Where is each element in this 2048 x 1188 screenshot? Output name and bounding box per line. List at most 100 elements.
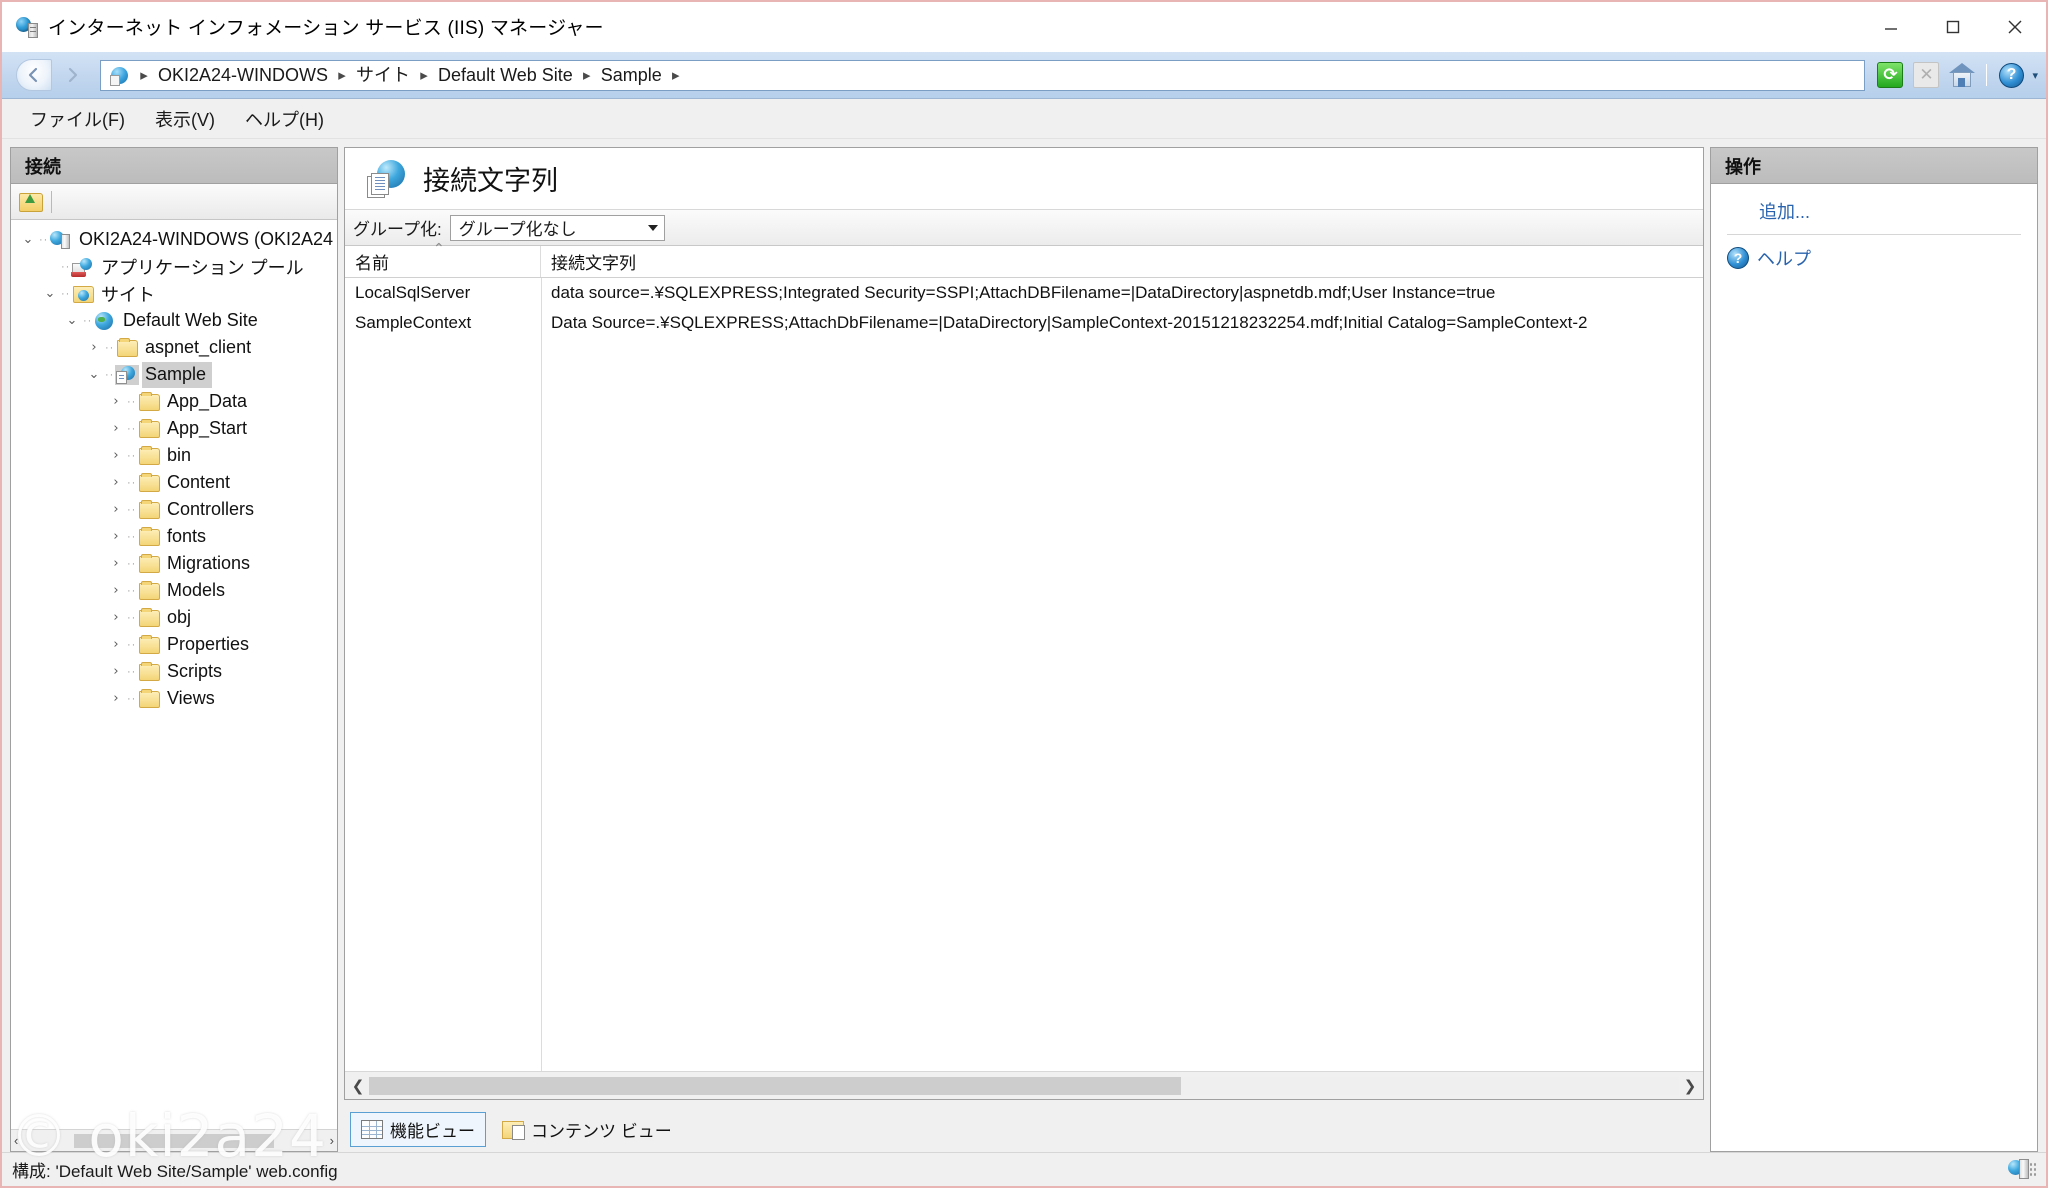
menu-help[interactable]: ヘルプ(H)	[233, 102, 336, 136]
chevron-right-icon[interactable]: ›	[105, 502, 127, 517]
tree-connector: ··	[105, 341, 115, 354]
scroll-right-icon[interactable]: ›	[330, 1133, 334, 1148]
folder-icon	[137, 499, 161, 520]
window-controls	[1860, 2, 2046, 51]
tree-item[interactable]: › ·· obj	[11, 604, 337, 631]
scrollbar-thumb[interactable]	[74, 1133, 274, 1148]
tree-item[interactable]: › ·· Views	[11, 685, 337, 712]
breadcrumb-item-default-web-site[interactable]: Default Web Site	[433, 61, 578, 90]
close-button[interactable]	[1984, 2, 2046, 51]
tree-item[interactable]: ⌄ ·· Default Web Site	[11, 307, 337, 334]
tree-item[interactable]: › ·· aspnet_client	[11, 334, 337, 361]
tree-item[interactable]: › ·· App_Data	[11, 388, 337, 415]
breadcrumb[interactable]: ▸ OKI2A24-WINDOWS ▸ サイト ▸ Default Web Si…	[100, 59, 1866, 91]
chevron-right-icon[interactable]: ›	[105, 556, 127, 571]
grid-header-row: 名前 ⌃ 接続文字列	[345, 240, 1703, 278]
breadcrumb-item-sites[interactable]: サイト	[351, 61, 415, 90]
tree-item[interactable]: › ·· bin	[11, 442, 337, 469]
home-button[interactable]	[1947, 60, 1977, 90]
folder-icon	[137, 661, 161, 682]
breadcrumb-item-sample[interactable]: Sample	[596, 61, 667, 90]
breadcrumb-item-server[interactable]: OKI2A24-WINDOWS	[153, 61, 333, 90]
tree-item[interactable]: ⌄ ·· Sample	[11, 361, 337, 388]
tab-features-view-label: 機能ビュー	[390, 1121, 475, 1141]
breadcrumb-separator: ▸	[672, 66, 680, 84]
tree-item-label: Default Web Site	[123, 310, 258, 330]
tree-item-label: OKI2A24-WINDOWS (OKI2A24	[79, 229, 334, 249]
chevron-down-icon[interactable]: ⌄	[61, 313, 83, 328]
scroll-left-icon[interactable]: ‹	[14, 1133, 18, 1148]
connect-to-server-icon[interactable]	[19, 191, 43, 212]
scroll-right-icon[interactable]: ❯	[1679, 1077, 1701, 1095]
tree-item[interactable]: ⌄ ·· サイト	[11, 280, 337, 307]
chevron-right-icon[interactable]: ›	[105, 475, 127, 490]
chevron-down-icon[interactable]: ⌄	[39, 286, 61, 301]
grid-body[interactable]: LocalSqlServer data source=.¥SQLEXPRESS;I…	[345, 278, 1703, 1071]
minimize-button[interactable]	[1860, 2, 1922, 51]
tree-connector: ··	[127, 638, 137, 651]
group-by-bar: グループ化: グループ化なし	[345, 210, 1703, 246]
menu-file[interactable]: ファイル(F)	[18, 102, 137, 136]
tree-item[interactable]: › ·· Models	[11, 577, 337, 604]
tree-item-label: Models	[167, 580, 226, 600]
grid-horizontal-scrollbar[interactable]: ❮ ❯	[345, 1071, 1703, 1099]
tree-item[interactable]: › ·· Migrations	[11, 550, 337, 577]
tree-item-label: App_Start	[167, 418, 248, 438]
action-add[interactable]: 追加...	[1711, 194, 2037, 228]
actions-divider	[1727, 234, 2021, 235]
tree-item[interactable]: › ·· Content	[11, 469, 337, 496]
tree-item[interactable]: ·· アプリケーション プール	[11, 253, 337, 280]
tree-item-label: App_Data	[167, 391, 248, 411]
column-divider	[541, 278, 542, 1071]
chevron-right-icon[interactable]: ›	[105, 610, 127, 625]
scrollbar-track[interactable]	[369, 1076, 1679, 1095]
tree-item[interactable]: › ·· Properties	[11, 631, 337, 658]
help-button[interactable]: ?	[1996, 60, 2026, 90]
chevron-right-icon[interactable]: ›	[105, 421, 127, 436]
folder-icon	[137, 688, 161, 709]
action-help[interactable]: ? ヘルプ	[1711, 241, 2037, 275]
connections-tree[interactable]: ⌄ ·· OKI2A24-WINDOWS (OKI2A24 ·· アプリケーション プー…	[11, 220, 337, 1129]
table-row[interactable]: SampleContext Data Source=.¥SQLEXPRESS;At…	[345, 308, 1703, 338]
chevron-right-icon[interactable]: ›	[105, 448, 127, 463]
scrollbar-thumb[interactable]	[369, 1076, 1182, 1095]
tab-content-view[interactable]: コンテンツ ビュー	[492, 1113, 682, 1146]
chevron-right-icon[interactable]: ›	[105, 394, 127, 409]
chevron-right-icon[interactable]: ›	[83, 340, 105, 355]
app-pools-icon	[71, 257, 95, 277]
chevron-right-icon[interactable]: ›	[105, 637, 127, 652]
stop-button[interactable]: ✕	[1911, 60, 1941, 90]
tree-item[interactable]: › ·· fonts	[11, 523, 337, 550]
scroll-left-icon[interactable]: ❮	[347, 1077, 369, 1095]
tree-item[interactable]: › ·· Controllers	[11, 496, 337, 523]
folder-icon	[137, 607, 161, 628]
tree-horizontal-scrollbar[interactable]: ‹ ›	[11, 1129, 337, 1151]
help-dropdown-icon[interactable]: ▾	[2032, 69, 2038, 82]
column-header-name[interactable]: 名前 ⌃	[345, 240, 541, 277]
tree-connector: ··	[127, 422, 137, 435]
chevron-down-icon[interactable]: ⌄	[83, 367, 105, 382]
feature-panel: 接続文字列 グループ化: グループ化なし 名前 ⌃ 接続文字列 LocalSql…	[344, 147, 1704, 1100]
tree-item[interactable]: › ·· Scripts	[11, 658, 337, 685]
forward-button[interactable]	[54, 59, 90, 91]
chevron-right-icon[interactable]: ›	[105, 664, 127, 679]
column-header-connection-string[interactable]: 接続文字列	[541, 246, 1703, 277]
refresh-button[interactable]: ⟳	[1875, 60, 1905, 90]
menu-view[interactable]: 表示(V)	[143, 102, 227, 136]
chevron-right-icon[interactable]: ›	[105, 691, 127, 706]
chevron-right-icon[interactable]: ›	[105, 583, 127, 598]
tree-connector: ··	[127, 503, 137, 516]
table-row[interactable]: LocalSqlServer data source=.¥SQLEXPRESS;I…	[345, 278, 1703, 308]
chevron-down-icon[interactable]: ⌄	[17, 232, 39, 247]
tree-item-label: bin	[167, 445, 192, 465]
tab-features-view[interactable]: 機能ビュー	[350, 1111, 486, 1147]
connections-panel: 接続 ⌄ ·· OKI2A24-WINDOWS (OKI2A24 ·· アプリケーション…	[10, 147, 338, 1152]
tree-item[interactable]: ⌄ ·· OKI2A24-WINDOWS (OKI2A24	[11, 226, 337, 253]
back-button[interactable]	[16, 59, 52, 91]
chevron-right-icon[interactable]: ›	[105, 529, 127, 544]
maximize-button[interactable]	[1922, 2, 1984, 51]
group-by-select[interactable]: グループ化なし	[449, 214, 665, 241]
folder-icon	[137, 445, 161, 466]
view-tabs: 機能ビュー コンテンツ ビュー	[344, 1106, 1704, 1152]
tree-item[interactable]: › ·· App_Start	[11, 415, 337, 442]
